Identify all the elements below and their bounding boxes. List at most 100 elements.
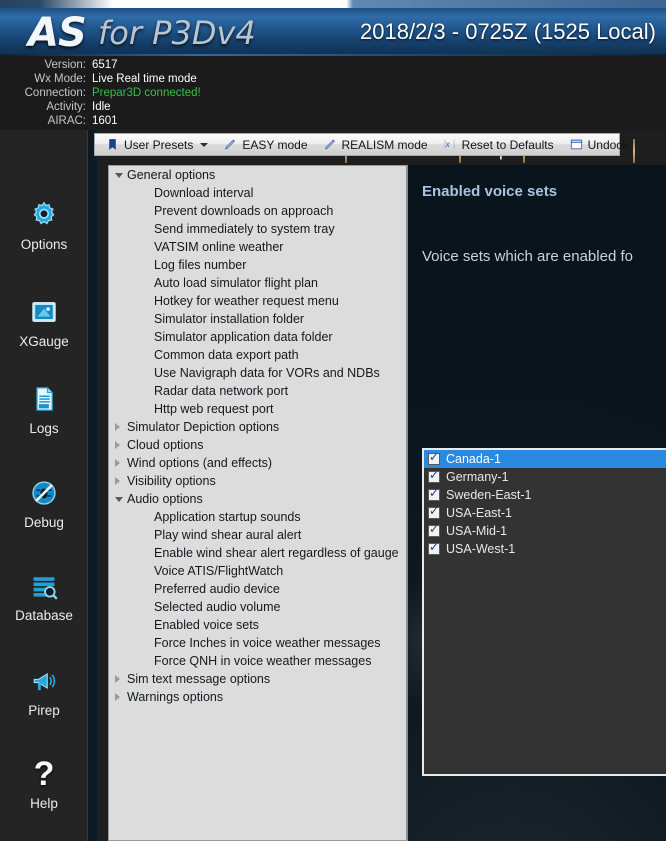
tree-leaf-row[interactable]: VATSIM online weather xyxy=(109,238,406,256)
checkbox-checked-icon[interactable] xyxy=(428,453,440,465)
reset-to-defaults-button[interactable]: x Reset to Defaults xyxy=(438,134,560,155)
app-logo-primary: AS xyxy=(28,10,86,56)
tree-leaf-row[interactable]: Send immediately to system tray xyxy=(109,220,406,238)
tree-group-row[interactable]: Cloud options xyxy=(109,436,406,454)
tree-group-row[interactable]: General options xyxy=(109,166,406,184)
chevron-right-icon[interactable] xyxy=(115,423,120,431)
svg-text:x: x xyxy=(444,140,450,149)
status-bar: Version:6517Wx Mode:Live Real time modeC… xyxy=(0,56,666,130)
checkbox-checked-icon[interactable] xyxy=(428,507,440,519)
detail-description: Voice sets which are enabled fo xyxy=(422,248,666,265)
tree-group-row[interactable]: Sim text message options xyxy=(109,670,406,688)
tree-leaf-row[interactable]: Log files number xyxy=(109,256,406,274)
chevron-right-icon[interactable] xyxy=(115,693,120,701)
easy-mode-button[interactable]: EASY mode xyxy=(218,134,313,155)
sidebar-item-database[interactable]: Database xyxy=(0,567,88,623)
options-tree-panel[interactable]: General optionsDownload intervalPrevent … xyxy=(108,165,408,841)
sidebar-item-help[interactable]: ?Help xyxy=(0,755,88,811)
tree-leaf-row[interactable]: Hotkey for weather request menu xyxy=(109,292,406,310)
tree-leaf-row[interactable]: Simulator application data folder xyxy=(109,328,406,346)
status-row: Wx Mode:Live Real time mode xyxy=(0,72,201,86)
tree-node-label: Audio options xyxy=(127,490,203,508)
user-presets-button[interactable]: User Presets xyxy=(100,134,214,155)
voice-set-row[interactable]: USA-West-1 xyxy=(424,540,666,558)
checkbox-checked-icon[interactable] xyxy=(428,471,440,483)
tree-node-label: Play wind shear aural alert xyxy=(154,526,301,544)
toolbar-button-label: User Presets xyxy=(124,138,193,152)
status-label: Wx Mode: xyxy=(0,72,92,86)
tree-leaf-row[interactable]: Auto load simulator flight plan xyxy=(109,274,406,292)
chevron-down-icon[interactable] xyxy=(115,497,123,502)
tree-node-label: Download interval xyxy=(154,184,253,202)
tree-group-row[interactable]: Audio options xyxy=(109,490,406,508)
status-label: Connection: xyxy=(0,86,92,100)
voice-set-row[interactable]: USA-East-1 xyxy=(424,504,666,522)
tree-node-label: Visibility options xyxy=(127,472,216,490)
chevron-right-icon[interactable] xyxy=(115,675,120,683)
voice-set-row[interactable]: USA-Mid-1 xyxy=(424,522,666,540)
tree-group-row[interactable]: Wind options (and effects) xyxy=(109,454,406,472)
status-row: Activity:Idle xyxy=(0,100,201,114)
voice-set-row[interactable]: Germany-1 xyxy=(424,468,666,486)
pencil-icon xyxy=(224,138,238,152)
tree-node-label: Http web request port xyxy=(154,400,274,418)
tree-leaf-row[interactable]: Common data export path xyxy=(109,346,406,364)
toolbar-button-label: EASY mode xyxy=(242,138,307,152)
tree-leaf-row[interactable]: Application startup sounds xyxy=(109,508,406,526)
tree-leaf-row[interactable]: Selected audio volume xyxy=(109,598,406,616)
tree-node-label: Selected audio volume xyxy=(154,598,280,616)
voice-set-row[interactable]: Sweden-East-1 xyxy=(424,486,666,504)
status-row: Version:6517 xyxy=(0,58,201,72)
tree-group-row[interactable]: Visibility options xyxy=(109,472,406,490)
status-value: Idle xyxy=(92,100,111,114)
tree-leaf-row[interactable]: Preferred audio device xyxy=(109,580,406,598)
toolbar-button-label: Reset to Defaults xyxy=(462,138,554,152)
realism-mode-button[interactable]: REALISM mode xyxy=(318,134,434,155)
sidebar-item-label: Options xyxy=(0,237,88,252)
checkbox-checked-icon[interactable] xyxy=(428,543,440,555)
tree-node-label: Enable wind shear alert regardless of ga… xyxy=(154,544,399,562)
tree-group-row[interactable]: Warnings options xyxy=(109,688,406,706)
tree-leaf-row[interactable]: Http web request port xyxy=(109,400,406,418)
status-value: Prepar3D connected! xyxy=(92,86,201,100)
chevron-right-icon[interactable] xyxy=(115,459,120,467)
sidebar-item-xgauge[interactable]: XGauge xyxy=(0,293,88,349)
chevron-right-icon[interactable] xyxy=(115,477,120,485)
status-row: Connection:Prepar3D connected! xyxy=(0,86,201,100)
voice-set-row[interactable]: Canada-1 xyxy=(424,450,666,468)
sidebar-item-options[interactable]: Options xyxy=(0,196,88,252)
app-banner: AS for P3Dv4 2018/2/3 - 0725Z (1525 Loca… xyxy=(0,8,666,56)
sidebar-item-debug[interactable]: Debug xyxy=(0,474,88,530)
chevron-down-icon[interactable] xyxy=(200,143,208,147)
tree-leaf-row[interactable]: Enable wind shear alert regardless of ga… xyxy=(109,544,406,562)
sidebar-item-pirep[interactable]: Pirep xyxy=(0,662,88,718)
sidebar-item-label: Pirep xyxy=(0,703,88,718)
tree-leaf-row[interactable]: Use Navigraph data for VORs and NDBs xyxy=(109,364,406,382)
tree-leaf-row[interactable]: Radar data network port xyxy=(109,382,406,400)
tree-leaf-row[interactable]: Play wind shear aural alert xyxy=(109,526,406,544)
chevron-down-icon[interactable] xyxy=(115,173,123,178)
undock-button[interactable]: Undock xyxy=(564,134,635,155)
tree-leaf-row[interactable]: Simulator installation folder xyxy=(109,310,406,328)
tree-leaf-row[interactable]: Voice ATIS/FlightWatch xyxy=(109,562,406,580)
tree-group-row[interactable]: Simulator Depiction options xyxy=(109,418,406,436)
tree-node-label: Simulator Depiction options xyxy=(127,418,279,436)
tree-leaf-row[interactable]: Force QNH in voice weather messages xyxy=(109,652,406,670)
tree-leaf-row[interactable]: Enabled voice sets xyxy=(109,616,406,634)
tree-leaf-row[interactable]: Download interval xyxy=(109,184,406,202)
tree-node-label: Sim text message options xyxy=(127,670,270,688)
status-value: Live Real time mode xyxy=(92,72,197,86)
voice-sets-listbox[interactable]: Canada-1Germany-1Sweden-East-1USA-East-1… xyxy=(422,448,666,776)
reset-icon: x xyxy=(444,138,458,152)
sidebar-item-logs[interactable]: Logs xyxy=(0,380,88,436)
tree-leaf-row[interactable]: Force Inches in voice weather messages xyxy=(109,634,406,652)
checkbox-checked-icon[interactable] xyxy=(428,489,440,501)
voice-set-label: Sweden-East-1 xyxy=(446,486,531,504)
checkbox-checked-icon[interactable] xyxy=(428,525,440,537)
voice-set-label: Germany-1 xyxy=(446,468,509,486)
voice-set-label: USA-East-1 xyxy=(446,504,512,522)
window-icon xyxy=(570,138,584,152)
tree-leaf-row[interactable]: Prevent downloads on approach xyxy=(109,202,406,220)
chevron-right-icon[interactable] xyxy=(115,441,120,449)
gear-icon xyxy=(0,196,88,234)
